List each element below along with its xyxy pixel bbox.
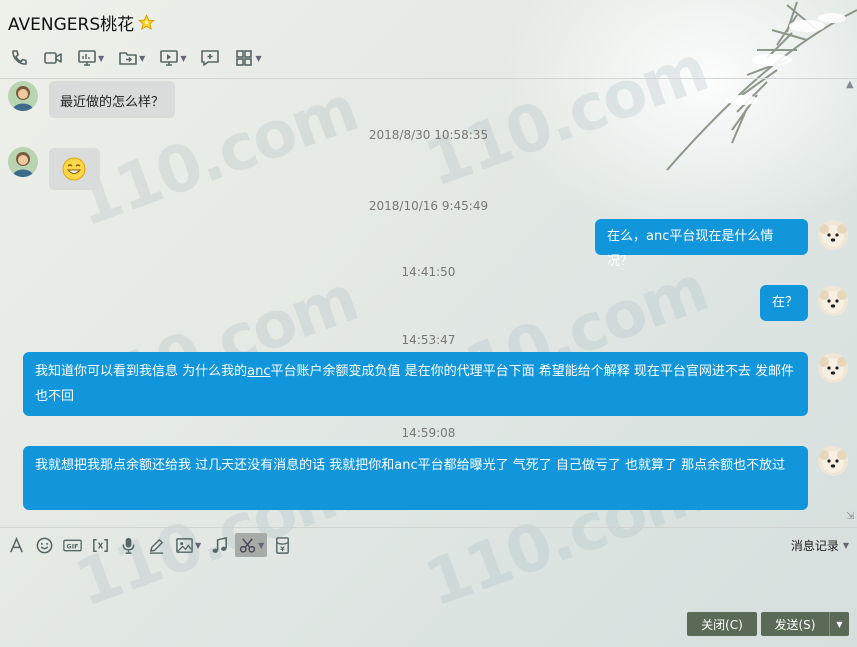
font-button[interactable]: [4, 533, 29, 557]
input-divider: [0, 527, 857, 528]
avatar-image: [8, 81, 38, 111]
scroll-to-bottom-icon[interactable]: ⇲: [846, 511, 854, 522]
music-button[interactable]: [207, 533, 232, 557]
outgoing-message[interactable]: 在？: [760, 285, 808, 321]
voice-message-button[interactable]: [116, 533, 141, 557]
message-history-button[interactable]: 消息记录 ▼: [791, 537, 849, 554]
smiley-icon: [36, 537, 53, 553]
dog-avatar-icon: [818, 446, 848, 476]
grid-icon: [236, 50, 253, 66]
chat-toolbar: ▼ ▼ ▼ ▼: [6, 46, 271, 70]
outgoing-message[interactable]: 我知道你可以看到我信息 为什么我的anc平台账户余额变成负值 是在你的代理平台下…: [23, 352, 808, 416]
chevron-down-icon: ▼: [195, 540, 202, 550]
history-label: 消息记录: [790, 539, 839, 553]
chevron-down-icon: ▼: [258, 540, 265, 550]
dog-avatar-icon: [818, 286, 848, 316]
my-avatar[interactable]: [818, 286, 848, 316]
screen-share-button[interactable]: ▼: [74, 46, 107, 70]
contact-name: AVENGERS桃花: [8, 14, 135, 35]
brackets-icon: [93, 538, 108, 552]
microphone-icon: [122, 537, 135, 554]
red-packet-button[interactable]: [270, 533, 295, 557]
outgoing-message[interactable]: 我就想把我那点余额还给我 过几天还没有消息的话 我就把你和anc平台都给曝光了 …: [23, 446, 808, 510]
message-text: 我知道你可以看到我信息 为什么我的: [35, 364, 248, 379]
chevron-down-icon: ▼: [255, 53, 262, 63]
send-image-button[interactable]: ▼: [172, 533, 204, 557]
send-options-dropdown[interactable]: ▼: [829, 612, 849, 636]
timestamp: 2018/8/30 10:58:35: [368, 128, 489, 142]
message-text: 在？: [772, 295, 799, 310]
outgoing-message[interactable]: 在么，anc平台现在是什么情况？: [595, 219, 808, 269]
timestamp: 14:41:50: [401, 265, 456, 279]
chevron-down-icon: ▼: [98, 53, 105, 63]
gif-icon: GIF: [63, 539, 82, 551]
contact-avatar[interactable]: [8, 81, 38, 111]
scroll-up-icon[interactable]: ▲: [846, 79, 854, 90]
pen-icon: [149, 538, 164, 554]
monitor-icon: [78, 50, 96, 66]
incoming-message[interactable]: 最近做的怎么样？: [49, 81, 175, 118]
smile-emoji-icon: [62, 157, 86, 181]
video-camera-icon: [44, 52, 62, 64]
screenshot-button[interactable]: ▼: [235, 533, 268, 557]
chat-header: AVENGERS桃花: [8, 10, 156, 35]
remote-desktop-icon: [160, 50, 179, 66]
voice-call-button[interactable]: [6, 46, 32, 70]
incoming-message[interactable]: [49, 148, 100, 190]
timestamp: 2018/10/16 9:45:49: [368, 199, 489, 213]
magic-expression-button[interactable]: [88, 533, 113, 557]
music-note-icon: [212, 536, 228, 553]
dog-avatar-icon: [818, 220, 848, 250]
message-list[interactable]: 最近做的怎么样？ 2018/8/30 10:58:35 2018/10/16 9…: [0, 79, 857, 527]
dog-avatar-icon: [818, 353, 848, 383]
send-file-button[interactable]: ▼: [115, 46, 148, 70]
contact-avatar[interactable]: [8, 147, 38, 177]
message-text: 我就想把我那点余额还给我 过几天还没有消息的话 我就把你和anc平台都给曝光了 …: [35, 458, 786, 473]
apps-button[interactable]: ▼: [231, 46, 264, 70]
chat-add-icon: [201, 50, 220, 66]
chevron-down-icon: ▼: [842, 541, 849, 550]
video-call-button[interactable]: [40, 46, 66, 70]
chevron-down-icon: ▼: [180, 53, 187, 63]
close-label: 关闭(C): [701, 617, 743, 632]
doodle-button[interactable]: [144, 533, 169, 557]
my-avatar[interactable]: [818, 220, 848, 250]
my-avatar[interactable]: [818, 446, 848, 476]
close-button[interactable]: 关闭(C): [687, 612, 757, 636]
add-member-button[interactable]: [197, 46, 223, 70]
emoji-button[interactable]: [32, 533, 57, 557]
message-text: 最近做的怎么样？: [60, 95, 165, 110]
remote-assist-button[interactable]: ▼: [156, 46, 189, 70]
folder-icon: [119, 52, 137, 65]
scissors-icon: [240, 537, 256, 553]
input-toolbar: GIF ▼ ▼: [4, 533, 298, 557]
image-icon: [176, 537, 193, 553]
avatar-image: [8, 147, 38, 177]
send-button[interactable]: 发送(S) ▼: [761, 612, 849, 636]
font-icon: [10, 536, 23, 552]
chevron-down-icon: ▼: [139, 53, 146, 63]
timestamp: 14:53:47: [401, 333, 456, 347]
message-link[interactable]: anc: [247, 364, 270, 379]
gif-button[interactable]: GIF: [60, 533, 85, 557]
send-label: 发送(S): [774, 617, 816, 632]
star-icon[interactable]: [138, 13, 156, 31]
svg-text:GIF: GIF: [66, 542, 78, 550]
my-avatar[interactable]: [818, 353, 848, 383]
message-text: 在么，anc平台现在是什么情况？: [607, 229, 774, 269]
red-packet-icon: [276, 536, 290, 554]
timestamp: 14:59:08: [401, 426, 456, 440]
phone-icon: [12, 50, 27, 65]
